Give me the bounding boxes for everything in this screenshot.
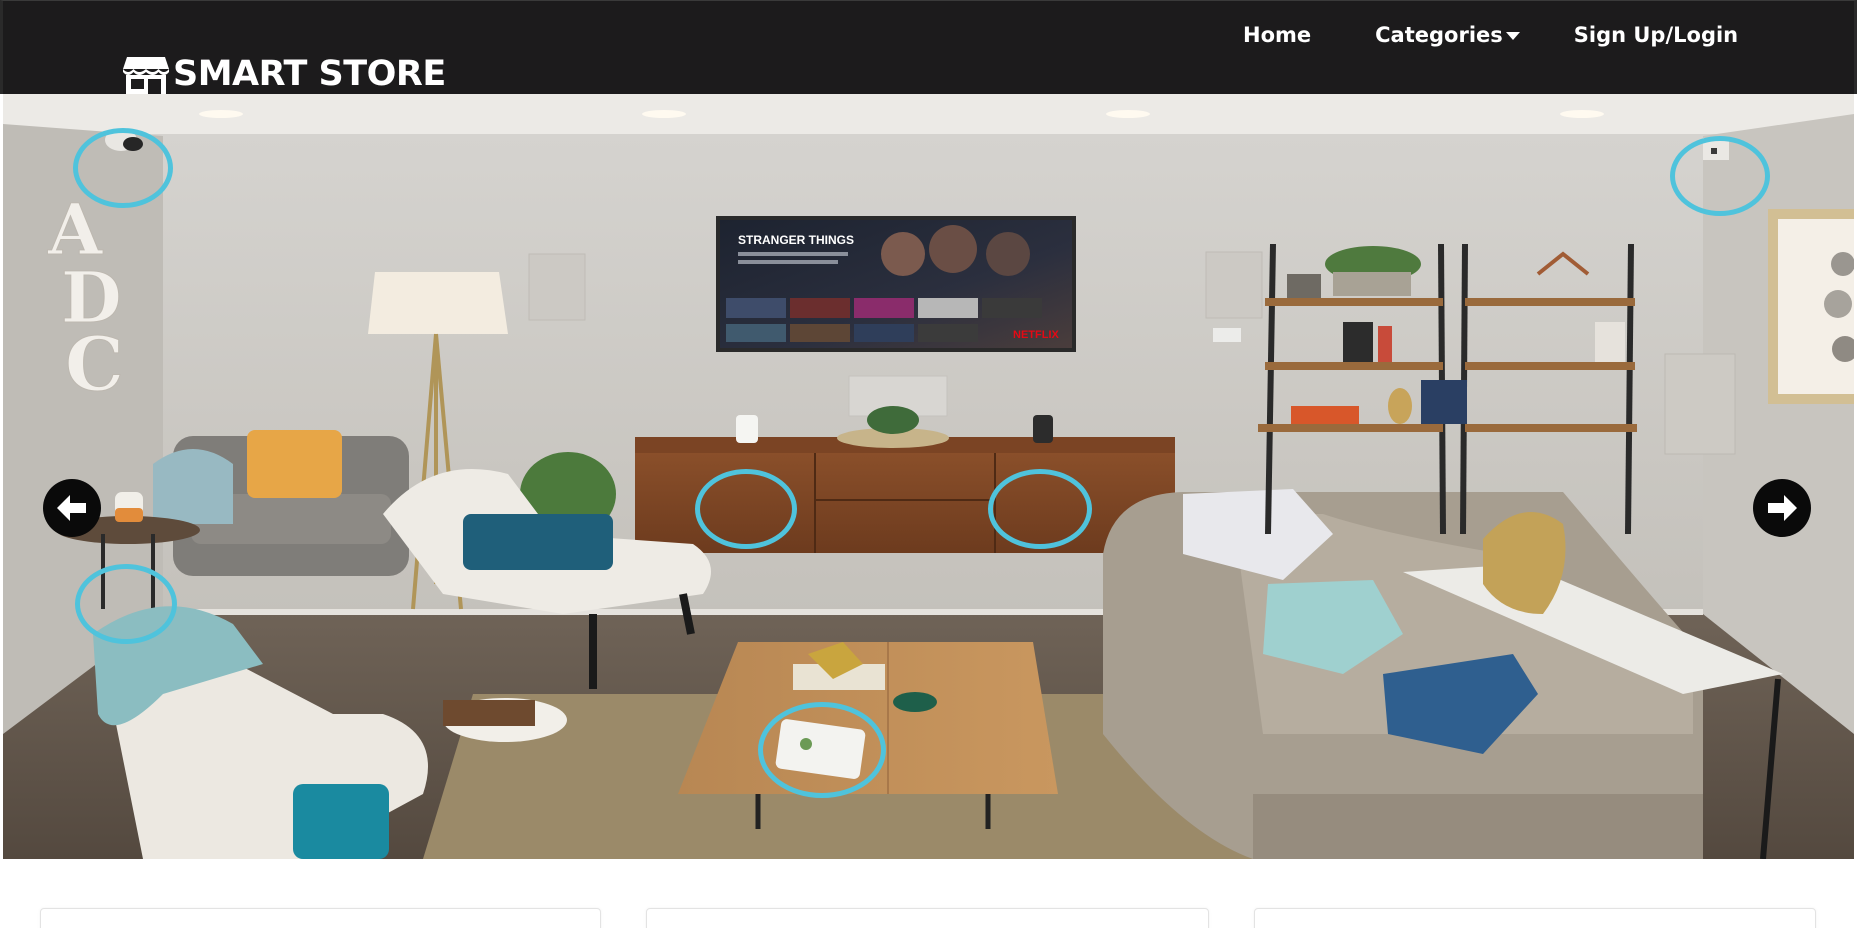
hotspot-smart-speaker-black[interactable] xyxy=(988,469,1092,549)
nav-signup-login-link[interactable]: Sign Up/Login xyxy=(1574,23,1738,47)
navbar: SMART STORE Home Categories Sign Up/Logi… xyxy=(0,0,1857,94)
caret-down-icon xyxy=(1505,32,1520,40)
tv-title-text: STRANGER THINGS xyxy=(738,233,854,247)
hotspot-security-camera-left[interactable] xyxy=(73,128,173,208)
nav-home-link[interactable]: Home xyxy=(1243,23,1311,47)
product-card-3[interactable] xyxy=(1254,908,1816,928)
brand-logo-link[interactable]: SMART STORE xyxy=(121,53,446,95)
nav-categories-label: Categories xyxy=(1375,23,1503,47)
tv-netflix-text: NETFLIX xyxy=(1013,329,1059,341)
nav-links: Home Categories Sign Up/Login xyxy=(1243,23,1738,47)
hotspot-smart-speaker-white[interactable] xyxy=(695,469,797,549)
hotspot-smart-display-tablet[interactable] xyxy=(758,702,886,798)
hotspot-smart-speaker-side-table[interactable] xyxy=(75,564,177,644)
product-card-1[interactable] xyxy=(40,908,601,928)
svg-text:C: C xyxy=(65,322,124,408)
store-icon xyxy=(123,57,169,94)
nav-categories-dropdown[interactable]: Categories xyxy=(1375,23,1520,47)
brand-name: SMART STORE xyxy=(173,54,446,94)
smart-home-living-room-image: A D C STRANGER THINGS NETFLIX xyxy=(3,94,1854,859)
carousel-prev-button[interactable] xyxy=(43,479,101,537)
carousel-next-button[interactable] xyxy=(1753,479,1811,537)
arrow-left-icon xyxy=(57,495,86,521)
product-card-2[interactable] xyxy=(646,908,1209,928)
hotspot-security-camera-right[interactable] xyxy=(1670,136,1770,216)
arrow-right-icon xyxy=(1768,495,1797,521)
hero-carousel: A D C STRANGER THINGS NETFLIX xyxy=(3,94,1854,859)
